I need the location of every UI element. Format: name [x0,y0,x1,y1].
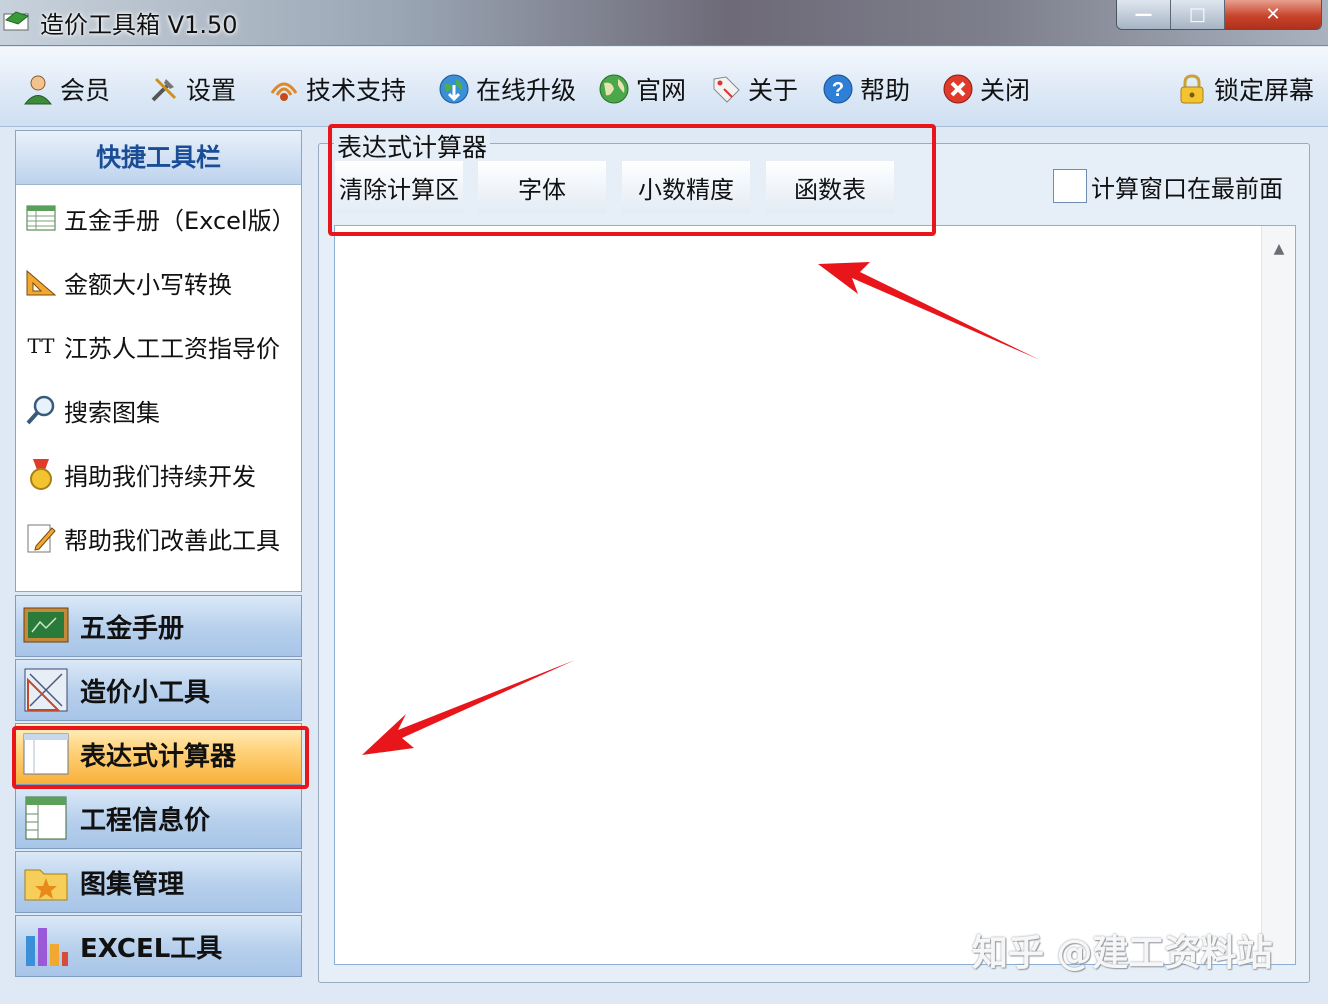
window-bottom-edge [0,992,1328,1004]
arrow-to-calculator-toolbar [818,262,1040,360]
annotation-arrows [362,262,1040,755]
watermark-text: 知乎 @建工资料站 [972,933,1273,974]
arrow-to-calculator-nav [362,660,575,755]
